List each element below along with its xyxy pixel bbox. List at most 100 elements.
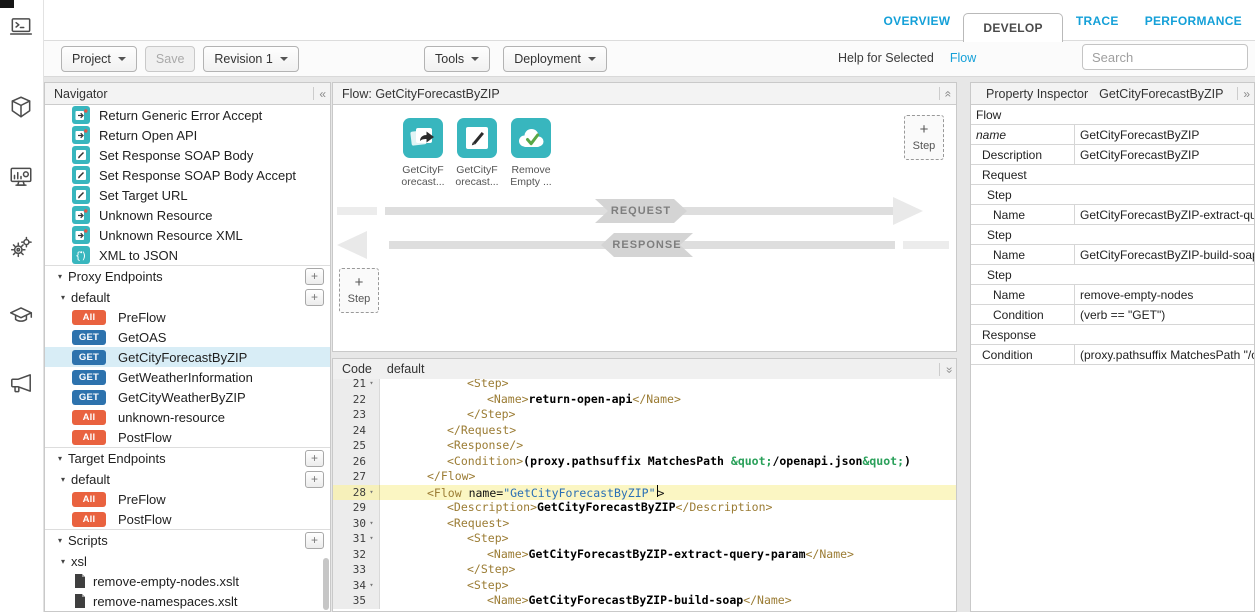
policy-item[interactable]: Unknown Resource	[45, 205, 330, 225]
add-proxy-endpoint-button[interactable]: +	[305, 268, 324, 285]
add-proxy-flow-button[interactable]: +	[305, 289, 324, 306]
policy-item[interactable]: Return Generic Error Accept	[45, 105, 330, 125]
api-proxies-box-icon[interactable]	[8, 94, 34, 120]
line-number-gutter[interactable]: 23	[333, 407, 380, 423]
add-target-flow-button[interactable]: +	[305, 471, 324, 488]
proxy-endpoint-default-group[interactable]: ▾ default +	[45, 287, 330, 307]
search-input[interactable]	[1082, 44, 1248, 70]
nav-flow-GetCityWeatherByZIP[interactable]: GETGetCityWeatherByZIP	[45, 387, 330, 407]
collapse-right-icon[interactable]: »	[1243, 87, 1250, 101]
line-number-gutter[interactable]: 25	[333, 438, 380, 454]
collapse-up-icon[interactable]: «	[942, 90, 956, 97]
property-value[interactable]: (proxy.pathsuffix MatchesPath "/o	[1075, 345, 1254, 364]
deployment-menu-button[interactable]: Deployment	[503, 46, 607, 72]
line-number-gutter[interactable]: 22	[333, 392, 380, 408]
add-step-button-bottom[interactable]: + Step	[339, 268, 379, 313]
tab-trace[interactable]: TRACE	[1063, 14, 1132, 28]
property-label: name	[971, 125, 1075, 144]
policy-item[interactable]: Set Target URL	[45, 185, 330, 205]
project-menu-button[interactable]: Project	[61, 46, 137, 72]
help-flow-link[interactable]: Flow	[950, 51, 976, 65]
line-number-gutter[interactable]: 28▾	[333, 485, 380, 501]
property-row-flow-0: Flow	[971, 105, 1254, 125]
policy-item[interactable]: Return Open API	[45, 125, 330, 145]
add-script-button[interactable]: +	[305, 532, 324, 549]
learn-graduation-cap-icon[interactable]	[8, 302, 34, 328]
tab-develop[interactable]: DEVELOP	[963, 13, 1062, 42]
section-scripts[interactable]: ▾ Scripts +	[45, 529, 330, 551]
flow-step-2[interactable]: GetCityForecast...	[457, 118, 497, 188]
script-file-remove-empty-nodes.xslt[interactable]: remove-empty-nodes.xslt	[45, 571, 330, 591]
code-line-31: 31▾<Step>	[333, 531, 956, 547]
revision-menu-button[interactable]: Revision 1	[203, 46, 298, 72]
line-number: 23	[353, 407, 366, 423]
property-value[interactable]: GetCityForecastByZIP-build-soap	[1075, 245, 1254, 264]
line-number: 29	[353, 500, 366, 516]
nav-flow-PostFlow[interactable]: AllPostFlow	[45, 509, 330, 529]
nav-flow-PreFlow[interactable]: AllPreFlow	[45, 489, 330, 509]
nav-flow-GetWeatherInformation[interactable]: GETGetWeatherInformation	[45, 367, 330, 387]
terminal-laptop-icon[interactable]	[8, 14, 34, 40]
fold-caret-icon[interactable]: ▾	[366, 531, 377, 547]
fold-caret-icon[interactable]: ▾	[366, 485, 377, 501]
policy-item[interactable]: {)XML to JSON	[45, 245, 330, 265]
analytics-monitor-icon[interactable]	[8, 164, 34, 190]
fold-caret-icon[interactable]: ▾	[366, 379, 377, 392]
script-file-remove-namespaces.xslt[interactable]: remove-namespaces.xslt	[45, 591, 330, 611]
line-number-gutter[interactable]: 32	[333, 547, 380, 563]
property-label: Name	[971, 205, 1075, 224]
property-value[interactable]: GetCityForecastByZIP	[1075, 145, 1254, 164]
fold-caret-icon[interactable]: ▾	[366, 578, 377, 594]
admin-gears-icon[interactable]	[8, 234, 34, 260]
line-number-gutter[interactable]: 29	[333, 500, 380, 516]
code-editor[interactable]: 21▾<Step>22<Name>return-open-api</Name>2…	[333, 379, 956, 611]
all-method-badge: All	[72, 492, 106, 507]
line-number-gutter[interactable]: 24	[333, 423, 380, 439]
flow-name: GetCityForecastByZIP	[118, 350, 247, 365]
section-proxy-endpoints[interactable]: ▾ Proxy Endpoints +	[45, 265, 330, 287]
tools-menu-button[interactable]: Tools	[424, 46, 490, 72]
feedback-megaphone-icon[interactable]	[8, 370, 34, 396]
add-target-endpoint-button[interactable]: +	[305, 450, 324, 467]
line-number-gutter[interactable]: 34▾	[333, 578, 380, 594]
add-step-button-top[interactable]: + Step	[904, 115, 944, 160]
policy-list: Return Generic Error AcceptReturn Open A…	[45, 105, 330, 265]
nav-flow-PreFlow[interactable]: AllPreFlow	[45, 307, 330, 327]
property-value[interactable]: GetCityForecastByZIP	[1075, 125, 1254, 144]
line-number-gutter[interactable]: 21▾	[333, 379, 380, 392]
flow-step-3[interactable]: RemoveEmpty ...	[511, 118, 551, 188]
nav-flow-PostFlow[interactable]: AllPostFlow	[45, 427, 330, 447]
property-label: Step	[971, 225, 1254, 244]
nav-flow-unknown-resource[interactable]: Allunknown-resource	[45, 407, 330, 427]
property-value[interactable]: (verb == "GET")	[1075, 305, 1254, 324]
tab-overview[interactable]: OVERVIEW	[871, 14, 964, 28]
fold-caret-icon[interactable]: ▾	[366, 516, 377, 532]
policy-label: Set Target URL	[99, 188, 188, 203]
collapse-down-icon[interactable]: «	[942, 366, 956, 373]
flow-title: Flow: GetCityForecastByZIP	[342, 87, 500, 101]
line-number-gutter[interactable]: 26	[333, 454, 380, 470]
navigator-scrollbar[interactable]	[323, 558, 329, 610]
nav-flow-GetOAS[interactable]: GETGetOAS	[45, 327, 330, 347]
tab-performance[interactable]: PERFORMANCE	[1132, 14, 1255, 28]
property-value[interactable]: remove-empty-nodes	[1075, 285, 1254, 304]
collapse-left-icon[interactable]: «	[319, 87, 326, 101]
file-name: remove-empty-nodes.xslt	[93, 574, 239, 589]
line-number-gutter[interactable]: 33	[333, 562, 380, 578]
policy-item[interactable]: Set Response SOAP Body	[45, 145, 330, 165]
line-number-gutter[interactable]: 27	[333, 469, 380, 485]
policy-item[interactable]: Set Response SOAP Body Accept	[45, 165, 330, 185]
response-arrowhead-icon	[337, 231, 367, 259]
target-endpoint-default-group[interactable]: ▾ default +	[45, 469, 330, 489]
scripts-xsl-group[interactable]: ▾ xsl	[45, 551, 330, 571]
section-target-endpoints[interactable]: ▾ Target Endpoints +	[45, 447, 330, 469]
save-button[interactable]: Save	[145, 46, 196, 72]
flow-step-1[interactable]: GetCityForecast...	[403, 118, 443, 188]
line-number-gutter[interactable]: 30▾	[333, 516, 380, 532]
policy-item[interactable]: Unknown Resource XML	[45, 225, 330, 245]
line-number-gutter[interactable]: 31▾	[333, 531, 380, 547]
nav-flow-GetCityForecastByZIP[interactable]: GETGetCityForecastByZIP	[45, 347, 330, 367]
line-number: 35	[353, 593, 366, 609]
property-value[interactable]: GetCityForecastByZIP-extract-query-param	[1075, 205, 1254, 224]
line-number-gutter[interactable]: 35	[333, 593, 380, 609]
